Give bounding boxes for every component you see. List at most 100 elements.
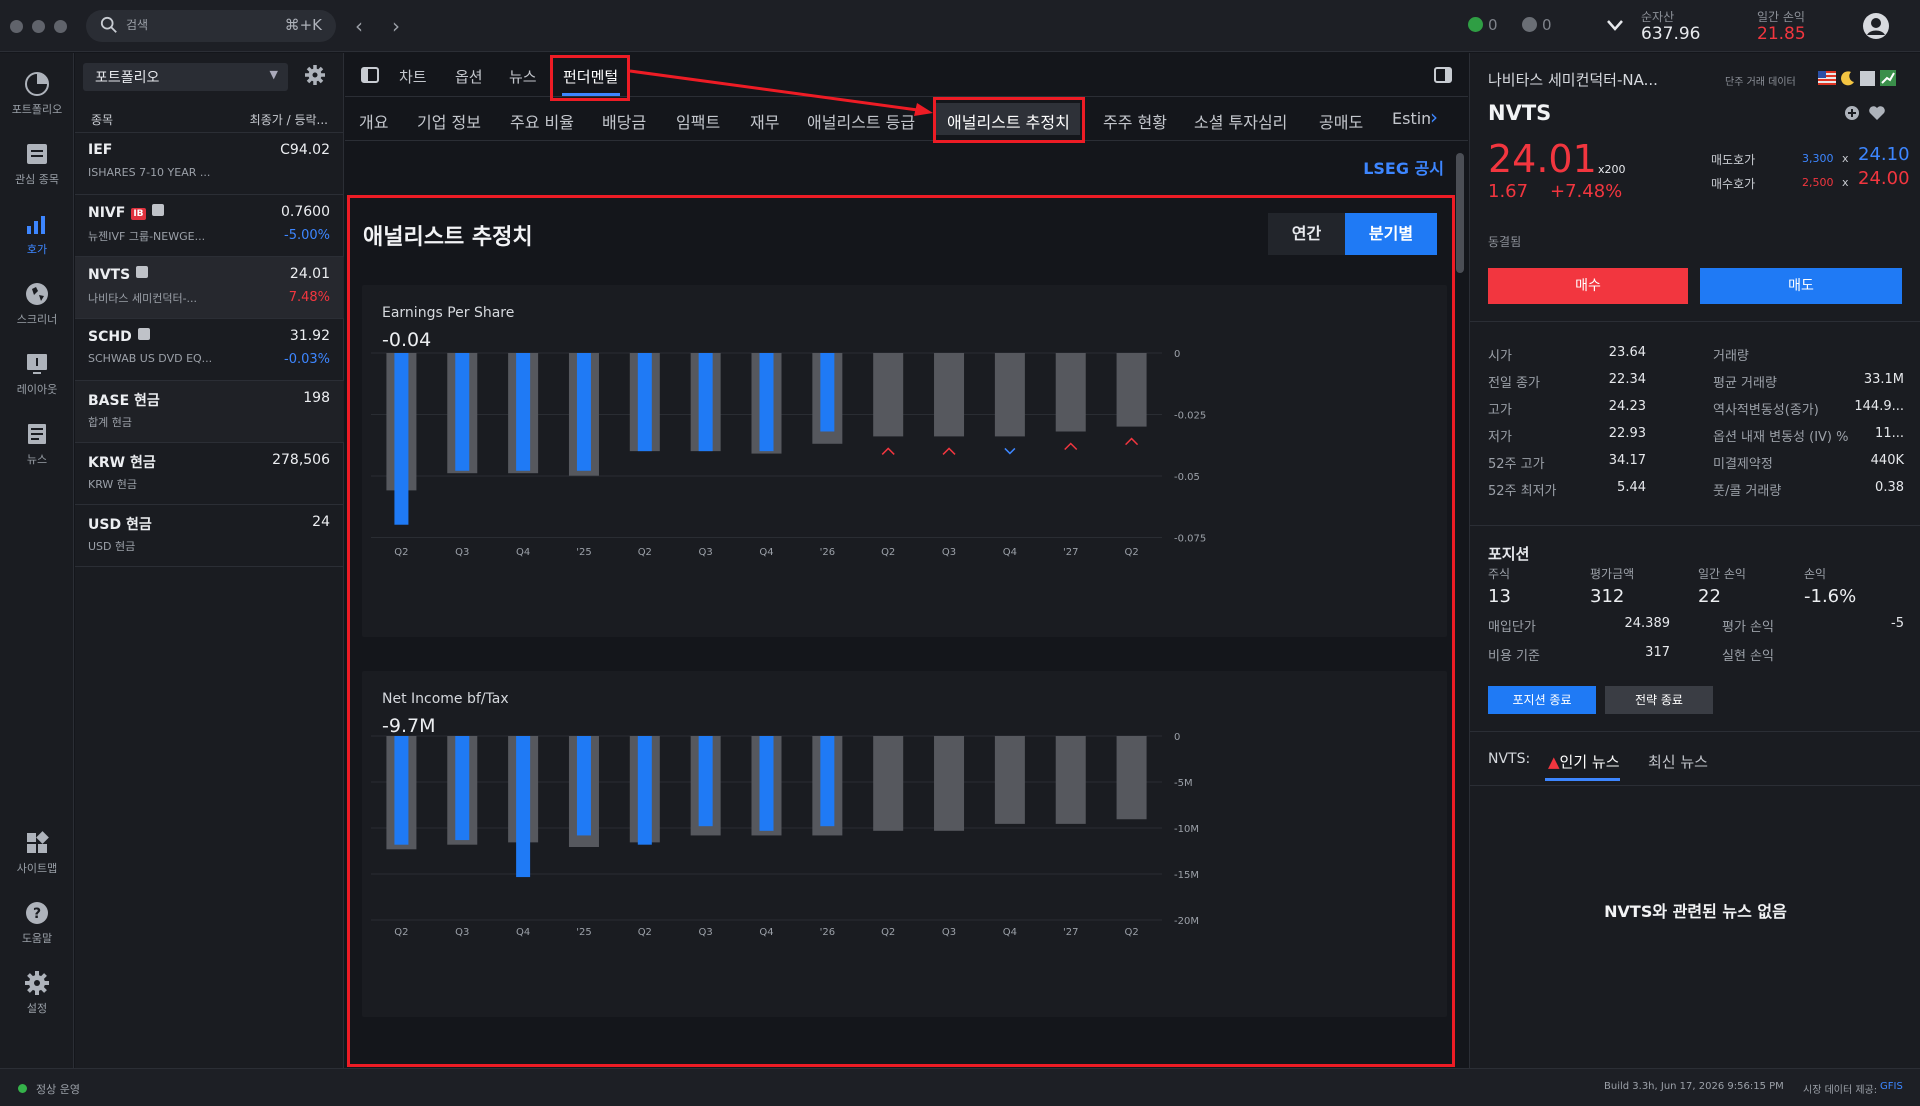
watchlist-icon [27, 144, 47, 164]
search-box[interactable]: 검색 ⌘+K [86, 10, 336, 42]
tab-chart[interactable]: 차트 [399, 66, 427, 87]
tab-options[interactable]: 옵션 [455, 66, 483, 87]
tab-latest-news[interactable]: 최신 뉴스 [1648, 751, 1708, 772]
rail-quotes[interactable]: 호가 [0, 211, 74, 257]
position-col-label: 주식 [1488, 567, 1511, 581]
heart-icon[interactable] [1868, 105, 1886, 121]
watchlist-row[interactable]: NIVF IB 뉴젠IVF 그룹-NEWGE... 0.7600 -5.00% [75, 195, 344, 257]
watchlist-row[interactable]: IEF ISHARES 7-10 YEAR ... C94.02 [75, 133, 344, 195]
connection-status-green[interactable]: 0 [1468, 16, 1498, 34]
bid-price[interactable]: 24.00 [1858, 168, 1910, 189]
active-news-tab-underline [1545, 778, 1620, 781]
net-assets-label: 순자산 [1641, 10, 1675, 24]
add-to-list-icon[interactable] [1844, 105, 1860, 121]
bid-size: 2,500 [1802, 176, 1834, 189]
primary-tabs: 차트 옵션 뉴스 펀더멘털 [345, 53, 1468, 97]
news-empty-message: NVTS와 관련된 뉴스 없음 [1604, 902, 1787, 921]
window-close-dot[interactable] [10, 20, 23, 33]
moon-icon [1841, 71, 1854, 86]
fundamentals-subtabs: 개요 기업 정보 주요 비율 배당금 임팩트 재무 애널리스트 등급 애널리스트… [345, 97, 1468, 141]
rail-portfolio[interactable]: 포트폴리오 [0, 71, 74, 117]
layout-icon [27, 354, 47, 374]
chevron-down-icon[interactable] [1606, 18, 1624, 32]
close-position-button[interactable]: 포지션 종료 [1488, 686, 1596, 714]
account-avatar-icon[interactable] [1862, 12, 1890, 40]
rail-help[interactable]: ? 도움말 [0, 900, 74, 946]
back-arrow-icon[interactable]: ‹ [355, 14, 363, 38]
stat-value: 144.9... [1854, 399, 1904, 414]
green-status-icon [1468, 17, 1483, 32]
buy-button[interactable]: 매수 [1488, 268, 1688, 304]
rail-watchlist[interactable]: 관심 종목 [0, 141, 74, 187]
forward-arrow-icon[interactable]: › [392, 14, 400, 38]
sell-button[interactable]: 매도 [1700, 268, 1902, 304]
rail-settings[interactable]: 설정 [0, 970, 74, 1016]
divider [1470, 321, 1920, 322]
ask-price[interactable]: 24.10 [1858, 144, 1910, 165]
subtab-estimates-truncated[interactable]: Estim [1392, 109, 1430, 128]
subtab-key-ratios[interactable]: 주요 비율 [510, 109, 574, 133]
help-icon: ? [26, 902, 48, 924]
rail-screener[interactable]: 스크리너 [0, 281, 74, 327]
unrealized-pl-value: -5 [1891, 616, 1904, 631]
ticker-symbol: NVTS [1488, 101, 1552, 125]
top-bar: 검색 ⌘+K ‹ › 0 0 순자산 637.96 일간 손익 21.85 [0, 0, 1920, 52]
subtab-short-selling[interactable]: 공매도 [1319, 109, 1363, 133]
search-shortcut: ⌘+K [284, 16, 322, 34]
watchlist-settings-gear-icon[interactable] [303, 63, 327, 87]
bid-label: 매수호가 [1711, 177, 1756, 191]
unrealized-pl-label: 평가 손익 [1722, 620, 1774, 635]
chart-up-icon[interactable] [1880, 70, 1896, 86]
daily-pl-label: 일간 손익 [1757, 10, 1805, 24]
rail-layout[interactable]: 레이아웃 [0, 351, 74, 397]
subtab-financials[interactable]: 재무 [750, 109, 779, 133]
vertical-scrollbar[interactable] [1456, 153, 1464, 273]
tab-hot-news[interactable]: ▲인기 뉴스 [1548, 751, 1620, 772]
col-symbol[interactable]: 종목 [91, 111, 113, 128]
stat-label: 시가 [1488, 349, 1512, 364]
window-minimize-dot[interactable] [32, 20, 45, 33]
market-data-provider[interactable]: GFIS [1880, 1081, 1903, 1092]
tag-badge-icon [151, 204, 164, 216]
subtab-social-sentiment[interactable]: 소셜 투자심리 [1194, 109, 1287, 133]
ask-times: x [1842, 152, 1849, 165]
rail-sitemap[interactable]: 사이트맵 [0, 830, 74, 876]
annotation-highlight-estimates-tab [933, 97, 1085, 143]
tag-badge-icon [137, 328, 150, 340]
subtab-impact[interactable]: 임팩트 [676, 109, 720, 133]
news-symbol: NVTS: [1488, 751, 1531, 767]
square-icon[interactable] [1860, 71, 1875, 86]
subtab-company-info[interactable]: 기업 정보 [417, 109, 481, 133]
subtab-analyst-ratings[interactable]: 애널리스트 등급 [807, 109, 915, 133]
portfolio-selector[interactable]: 포트폴리오 ▼ [83, 63, 288, 91]
position-shares: 13 [1488, 586, 1511, 607]
tab-news[interactable]: 뉴스 [509, 66, 537, 87]
watchlist-row[interactable]: USD 현금 USD 현금 24 [75, 505, 344, 567]
watchlist-row[interactable]: BASE 현금 합계 현금 198 [75, 381, 344, 443]
rail-news[interactable]: 뉴스 [0, 421, 74, 467]
sidebar-toggle-icon[interactable] [361, 67, 379, 83]
news-icon [28, 424, 46, 444]
annotation-highlight-fundamentals [550, 55, 630, 101]
col-price[interactable]: 최종가 / 등락... [250, 111, 328, 128]
stat-value: 33.1M [1863, 372, 1904, 387]
chevron-right-icon[interactable]: › [1430, 105, 1438, 129]
subtab-ownership[interactable]: 주주 현황 [1103, 109, 1167, 133]
watchlist-row[interactable]: KRW 현금 KRW 현금 278,506 [75, 443, 344, 505]
stat-value: 22.93 [1608, 426, 1646, 441]
subtab-dividends[interactable]: 배당금 [602, 109, 646, 133]
stat-value: 34.17 [1608, 453, 1646, 468]
position-pl: -1.6% [1804, 586, 1857, 607]
lseg-filings-link[interactable]: LSEG 공시 [1363, 155, 1444, 179]
check-status-icon [1522, 17, 1537, 32]
watchlist-row-selected[interactable]: NVTS 나비타스 세미컨덕터-... 24.01 7.48% [75, 257, 344, 319]
connection-status-gray[interactable]: 0 [1522, 16, 1552, 34]
divider [1470, 731, 1920, 732]
subtab-overview[interactable]: 개요 [359, 109, 388, 133]
close-strategy-button[interactable]: 전략 종료 [1605, 686, 1713, 714]
stat-label: 풋/콜 거래량 [1713, 484, 1782, 499]
watchlist-row[interactable]: SCHD SCHWAB US DVD EQ... 31.92 -0.03% [75, 319, 344, 381]
window-zoom-dot[interactable] [54, 20, 67, 33]
panel-toggle-icon[interactable] [1434, 67, 1452, 83]
stat-value: 11... [1875, 426, 1904, 441]
